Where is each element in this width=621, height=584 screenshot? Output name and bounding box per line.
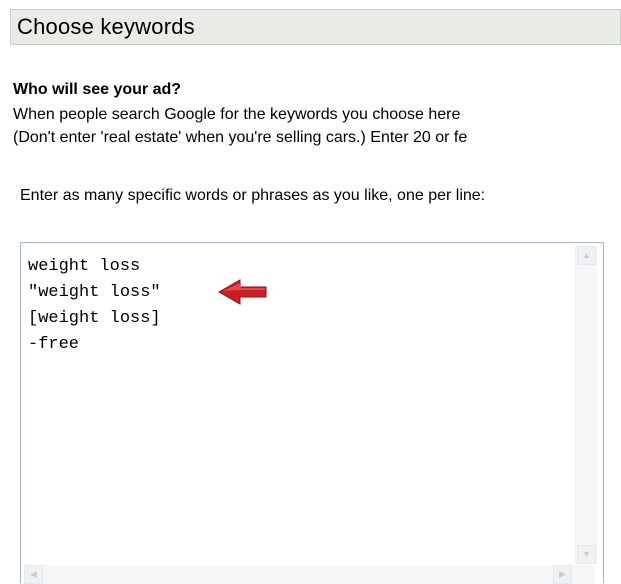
horizontal-scrollbar[interactable]: ◀ ▶ (24, 565, 595, 584)
keywords-textarea[interactable]: weight loss "weight loss" [weight loss] … (20, 242, 604, 584)
section-header: Choose keywords (10, 9, 621, 45)
scroll-right-arrow-icon[interactable]: ▶ (553, 565, 572, 584)
section-title: Choose keywords (17, 14, 195, 39)
scroll-left-arrow-icon[interactable]: ◀ (24, 565, 43, 584)
keyword-list: weight loss "weight loss" [weight loss] … (28, 254, 161, 358)
audience-heading: Who will see your ad? (13, 81, 182, 98)
audience-description-line-1: When people search Google for the keywor… (13, 106, 461, 123)
keyword-line: [weight loss] (28, 309, 161, 328)
red-arrow-icon (217, 279, 267, 305)
keyword-instructions: Enter as many specific words or phrases … (20, 187, 486, 204)
keyword-line: weight loss (28, 257, 141, 276)
keyword-line: -free (28, 335, 80, 354)
keyword-line: "weight loss" (28, 283, 161, 302)
scroll-up-arrow-icon[interactable]: ▲ (577, 246, 596, 265)
audience-description-line-2: (Don't enter 'real estate' when you're s… (13, 129, 468, 146)
vertical-scrollbar[interactable]: ▲ ▼ (575, 246, 597, 564)
scroll-down-arrow-icon[interactable]: ▼ (577, 545, 596, 564)
